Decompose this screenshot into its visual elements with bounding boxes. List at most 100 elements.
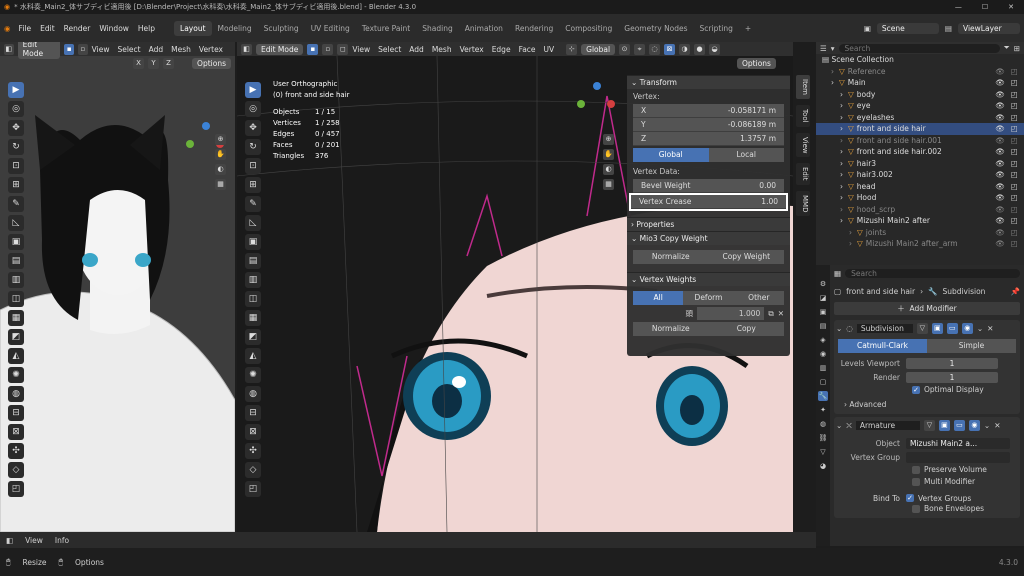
weight-copy-icon[interactable]: ⧉ [768, 309, 773, 319]
scale-tool-icon[interactable]: ⊡ [8, 158, 24, 174]
multi-modifier-row[interactable]: Multi Modifier [836, 477, 1018, 489]
object-tab-icon[interactable]: ▢ [818, 377, 828, 387]
cursor-tool-icon[interactable]: ◎ [8, 101, 24, 117]
scene-selector[interactable]: Scene [876, 22, 939, 34]
menu-edit[interactable]: Edit [40, 24, 55, 33]
pin-icon[interactable]: 📌 [1011, 287, 1020, 296]
scene-collection-row[interactable]: ▤ Scene Collection [816, 54, 1024, 66]
smooth-main-icon[interactable]: ◍ [245, 386, 261, 402]
grid-icon[interactable]: ▦ [215, 179, 226, 190]
maximize-button[interactable]: ☐ [982, 3, 988, 11]
gizmo-y-main-icon[interactable] [577, 100, 585, 108]
shrink-tool-icon[interactable]: ⊠ [8, 424, 24, 440]
vertex-select-icon[interactable]: ▪ [64, 43, 75, 55]
preserve-volume-row[interactable]: Preserve Volume [836, 465, 1018, 477]
mio3-header[interactable]: ⌄ Mio3 Copy Weight [627, 231, 790, 245]
main-menu-face[interactable]: Face [519, 45, 536, 54]
left-menu-vertex[interactable]: Vertex [199, 45, 223, 54]
scene-icon[interactable]: ▣ [864, 24, 871, 33]
axis-x-button[interactable]: X [133, 57, 145, 69]
bevel-main-icon[interactable]: ◫ [245, 291, 261, 307]
expand-arrow-icon[interactable]: › [849, 228, 857, 237]
shear-tool-icon[interactable]: ✣ [8, 443, 24, 459]
expand-arrow-icon[interactable]: › [840, 113, 848, 122]
outliner-search-input[interactable]: Search [838, 43, 1000, 53]
simple-button[interactable]: Simple [927, 339, 1016, 353]
minimize-button[interactable]: — [955, 3, 962, 11]
mio3-normalize-button[interactable]: Normalize [633, 250, 709, 264]
outliner-type-icon[interactable]: ☰ [820, 44, 827, 53]
render-camera-icon[interactable]: ◰ [1011, 239, 1018, 248]
visibility-eye-icon[interactable]: 👁 [995, 90, 1005, 99]
filter-other-button[interactable]: Other [733, 291, 784, 305]
weight-value-field[interactable]: 1.000 [697, 307, 765, 320]
expand-arrow-icon[interactable]: › [840, 90, 848, 99]
outliner-row[interactable]: › ▽ eyelashes 👁 ◰ [816, 112, 1024, 124]
inset-tool-icon[interactable]: ▥ [8, 272, 24, 288]
modifier-dropdown-icon[interactable]: ⌄ [977, 324, 983, 333]
workspace-tab-0[interactable]: Layout [174, 20, 212, 36]
vertex-y-field[interactable]: Y -0.086189 m [633, 118, 784, 132]
left-menu-add[interactable]: Add [149, 45, 164, 54]
expand-arrow-icon[interactable]: › [840, 136, 848, 145]
left-options-button[interactable]: Options [192, 57, 231, 69]
subdivision-name-field[interactable]: Subdivision [856, 324, 913, 333]
extrude-tool-icon[interactable]: ▤ [8, 253, 24, 269]
left-viewport[interactable]: ◧ Edit Mode ▪ ▫ View Select Add Mesh Vertex … [0, 42, 235, 532]
optimal-display-checkbox[interactable]: ✓ [912, 386, 920, 394]
outliner-funnel-icon[interactable]: ⏷ [1004, 43, 1010, 53]
navigation-gizmo-main[interactable] [573, 82, 618, 127]
workspace-tab-10[interactable]: Scripting [694, 21, 739, 36]
render-camera-icon[interactable]: ◰ [1011, 136, 1018, 145]
workspace-tab-2[interactable]: Sculpting [258, 21, 305, 36]
outliner-row[interactable]: › ▽ hood_scrp 👁 ◰ [816, 204, 1024, 216]
close-window-button[interactable]: ✕ [1008, 3, 1014, 11]
vertex-crease-field[interactable]: Vertex Crease 1.00 [629, 193, 788, 211]
weights-copy-button[interactable]: Copy [708, 322, 784, 336]
viewlayer-icon[interactable]: ▤ [945, 24, 952, 33]
outliner-row[interactable]: › ▽ hair3 👁 ◰ [816, 158, 1024, 170]
smooth-tool-icon[interactable]: ◍ [8, 386, 24, 402]
armature-dropdown-icon[interactable]: ⌄ [984, 421, 990, 430]
snap-icon[interactable]: ⌖ [634, 43, 646, 55]
rip-main-icon[interactable]: ◇ [245, 462, 261, 478]
outliner-row[interactable]: › ▽ front and side hair.001 👁 ◰ [816, 135, 1024, 147]
cursor-tool-main-icon[interactable]: ◎ [245, 101, 261, 117]
outliner-row[interactable]: › ▽ Mizushi Main2 after_arm 👁 ◰ [816, 238, 1024, 250]
shading-material-icon[interactable]: ◒ [709, 43, 721, 55]
vertex-x-field[interactable]: X -0.058171 m [633, 104, 784, 118]
measure-tool-icon[interactable]: ◺ [8, 215, 24, 231]
workspace-tab-4[interactable]: Texture Paint [356, 21, 416, 36]
bone-envelopes-row[interactable]: Bone Envelopes [836, 504, 1018, 516]
knife-tool-icon[interactable]: ◩ [8, 329, 24, 345]
menu-file[interactable]: File [19, 24, 32, 33]
select-tool-main-icon[interactable]: ▶ [245, 82, 261, 98]
filter-all-button[interactable]: All [633, 291, 684, 305]
timeline-info-menu[interactable]: Info [55, 536, 69, 545]
render-camera-icon[interactable]: ◰ [1011, 101, 1018, 110]
xray-icon[interactable]: ⊠ [664, 43, 676, 55]
main-menu-vertex[interactable]: Vertex [460, 45, 484, 54]
outliner-row[interactable]: › ▽ front and side hair.002 👁 ◰ [816, 146, 1024, 158]
edit-mode-toggle-icon[interactable]: ▽ [916, 323, 928, 334]
main-menu-select[interactable]: Select [378, 45, 401, 54]
measure-tool-main-icon[interactable]: ◺ [245, 215, 261, 231]
render-camera-icon[interactable]: ◰ [1011, 90, 1018, 99]
render-camera-icon[interactable]: ◰ [1011, 147, 1018, 156]
rotate-tool-icon[interactable]: ↻ [8, 139, 24, 155]
local-button[interactable]: Local [708, 148, 784, 162]
inset-main-icon[interactable]: ▥ [245, 272, 261, 288]
physics-tab-icon[interactable]: ◍ [818, 419, 828, 429]
props-type-icon[interactable]: ▦ [834, 269, 841, 278]
expand-arrow-icon[interactable]: › [840, 159, 848, 168]
workspace-tab-1[interactable]: Modeling [212, 21, 258, 36]
rip-tool-icon[interactable]: ◇ [8, 462, 24, 478]
spin-tool-icon[interactable]: ✺ [8, 367, 24, 383]
bevel-tool-icon[interactable]: ◫ [8, 291, 24, 307]
rip-region-main-icon[interactable]: ◰ [245, 481, 261, 497]
outliner-row[interactable]: › ▽ Main 👁 ◰ [816, 77, 1024, 89]
particles-tab-icon[interactable]: ✦ [818, 405, 828, 415]
add-cube-main-icon[interactable]: ▣ [245, 234, 261, 250]
expand-arrow-icon[interactable]: › [840, 205, 848, 214]
new-collection-icon[interactable]: ⊞ [1014, 44, 1020, 53]
